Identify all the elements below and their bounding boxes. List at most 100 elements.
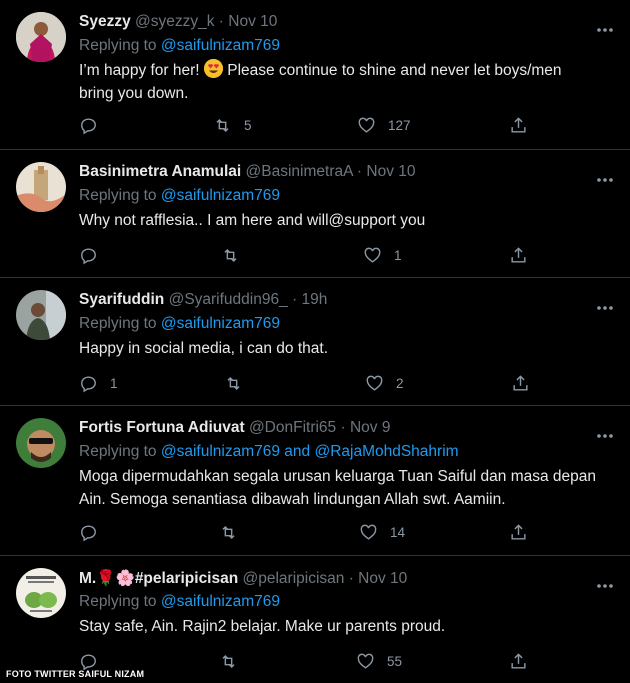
replying-to: Replying to @saifulnizam769 xyxy=(79,187,280,205)
tweet-actions: 5 127 xyxy=(79,114,539,136)
mention-link[interactable]: @saifulnizam769 xyxy=(161,187,280,204)
avatar[interactable] xyxy=(16,12,66,62)
tweet-header: Syarifuddin @Syarifuddin96_ · 19h xyxy=(79,291,327,309)
tweet-header: Fortis Fortuna Adiuvat @DonFitri65 · Nov… xyxy=(79,419,390,437)
reply-icon xyxy=(81,375,96,392)
like-icon xyxy=(360,524,377,540)
share-icon xyxy=(511,116,526,133)
retweet-button[interactable] xyxy=(224,372,255,394)
tweet-actions: 1 xyxy=(79,244,539,266)
avatar[interactable] xyxy=(16,290,66,340)
share-icon xyxy=(511,246,526,263)
like-button[interactable]: 127 xyxy=(357,114,411,136)
tweet[interactable]: Basinimetra Anamulai @BasinimetraA · Nov… xyxy=(0,150,630,278)
share-button[interactable] xyxy=(511,372,530,394)
replying-to: Replying to @saifulnizam769 xyxy=(79,315,280,333)
more-icon[interactable] xyxy=(596,298,614,310)
handle-and-time[interactable]: @BasinimetraA · Nov 10 xyxy=(246,163,416,180)
reply-button[interactable] xyxy=(79,114,110,136)
like-icon xyxy=(364,247,381,263)
reply-icon xyxy=(81,247,96,264)
retweet-button[interactable]: 5 xyxy=(213,114,252,136)
like-button[interactable]: 55 xyxy=(356,650,402,672)
retweet-button[interactable] xyxy=(221,244,252,266)
more-icon[interactable] xyxy=(596,576,614,588)
display-name[interactable]: Syezzy xyxy=(79,13,131,30)
mention-link[interactable]: @saifulnizam769 xyxy=(161,315,280,332)
tweet-text: Why not rafflesia.. I am here and will@s… xyxy=(79,212,426,229)
reply-button[interactable]: 1 xyxy=(79,372,118,394)
avatar[interactable] xyxy=(16,568,66,618)
more-icon[interactable] xyxy=(596,170,614,182)
retweet-icon xyxy=(216,118,229,132)
share-icon xyxy=(513,374,528,391)
mention-link[interactable]: @saifulnizam769 xyxy=(161,593,280,610)
avatar[interactable] xyxy=(16,418,66,468)
reply-icon xyxy=(81,653,96,670)
like-count: 1 xyxy=(394,247,402,263)
handle-and-time[interactable]: @Syarifuddin96_ · 19h xyxy=(169,291,328,308)
tweet[interactable]: M.🌹🌸#pelaripicisan @pelaripicisan · Nov … xyxy=(0,556,630,683)
like-count: 127 xyxy=(388,117,411,133)
replying-to: Replying to @saifulnizam769 xyxy=(79,593,280,611)
like-icon xyxy=(358,117,375,133)
more-icon[interactable] xyxy=(596,426,614,438)
share-icon xyxy=(511,523,526,540)
tweet[interactable]: Syarifuddin @Syarifuddin96_ · 19h Replyi… xyxy=(0,278,630,406)
replying-to-label: Replying to xyxy=(79,187,161,204)
like-button[interactable]: 14 xyxy=(359,521,405,543)
tweet[interactable]: Fortis Fortuna Adiuvat @DonFitri65 · Nov… xyxy=(0,406,630,556)
share-button[interactable] xyxy=(509,244,528,266)
tweet-text: I’m happy for her! Please continue to sh… xyxy=(79,59,599,105)
tweet-actions: 1 2 xyxy=(79,372,539,394)
avatar[interactable] xyxy=(16,162,66,212)
tweet-text: Happy in social media, i can do that. xyxy=(79,340,328,357)
tweet-header: Syezzy @syezzy_k · Nov 10 xyxy=(79,13,277,31)
retweet-count: 5 xyxy=(244,117,252,133)
share-button[interactable] xyxy=(509,521,528,543)
tweet-actions: 55 xyxy=(79,650,539,672)
tweet-header: Basinimetra Anamulai @BasinimetraA · Nov… xyxy=(79,163,416,181)
tweet-text: Stay safe, Ain. Rajin2 belajar. Make ur … xyxy=(79,618,446,635)
handle-and-time[interactable]: @DonFitri65 · Nov 9 xyxy=(249,419,391,436)
tweet-actions: 14 xyxy=(79,521,539,543)
display-name[interactable]: Fortis Fortuna Adiuvat xyxy=(79,419,245,436)
display-name[interactable]: Basinimetra Anamulai xyxy=(79,163,241,180)
mention-link[interactable]: @saifulnizam769 and @RajaMohdShahrim xyxy=(161,443,459,460)
replying-to: Replying to @saifulnizam769 xyxy=(79,37,280,55)
retweet-icon xyxy=(222,525,235,539)
display-name[interactable]: Syarifuddin xyxy=(79,291,164,308)
reply-icon xyxy=(81,117,96,134)
tweet-header: M.🌹🌸#pelaripicisan @pelaripicisan · Nov … xyxy=(79,569,407,588)
reply-icon xyxy=(81,524,96,541)
handle-and-time[interactable]: @pelaripicisan · Nov 10 xyxy=(243,570,408,587)
more-icon[interactable] xyxy=(596,20,614,32)
mention-link[interactable]: @saifulnizam769 xyxy=(161,37,280,54)
share-button[interactable] xyxy=(509,650,528,672)
reply-count: 1 xyxy=(110,375,118,391)
handle-and-time[interactable]: @syezzy_k · Nov 10 xyxy=(135,13,277,30)
retweet-icon xyxy=(227,376,240,390)
reply-button[interactable] xyxy=(79,244,110,266)
share-button[interactable] xyxy=(509,114,528,136)
replying-to-label: Replying to xyxy=(79,443,161,460)
retweet-button[interactable] xyxy=(219,650,250,672)
like-icon xyxy=(366,375,383,391)
like-count: 2 xyxy=(396,375,404,391)
tweet-text: Moga dipermudahkan segala urusan keluarg… xyxy=(79,468,597,508)
retweet-icon xyxy=(224,248,237,262)
reply-button[interactable] xyxy=(79,521,110,543)
like-button[interactable]: 2 xyxy=(365,372,404,394)
replying-to: Replying to @saifulnizam769 and @RajaMoh… xyxy=(79,443,459,461)
display-name[interactable]: M.🌹🌸#pelaripicisan xyxy=(79,570,238,587)
photo-credit-caption: FOTO TWITTER SAIFUL NIZAM xyxy=(6,669,145,679)
like-count: 55 xyxy=(387,653,403,669)
replying-to-label: Replying to xyxy=(79,593,161,610)
like-count: 14 xyxy=(390,524,406,540)
like-button[interactable]: 1 xyxy=(363,244,402,266)
replying-to-label: Replying to xyxy=(79,315,161,332)
like-icon xyxy=(357,653,374,669)
tweet-text-part: I’m happy for her! xyxy=(79,62,204,79)
retweet-button[interactable] xyxy=(219,521,250,543)
tweet[interactable]: Syezzy @syezzy_k · Nov 10 Replying to @s… xyxy=(0,0,630,150)
